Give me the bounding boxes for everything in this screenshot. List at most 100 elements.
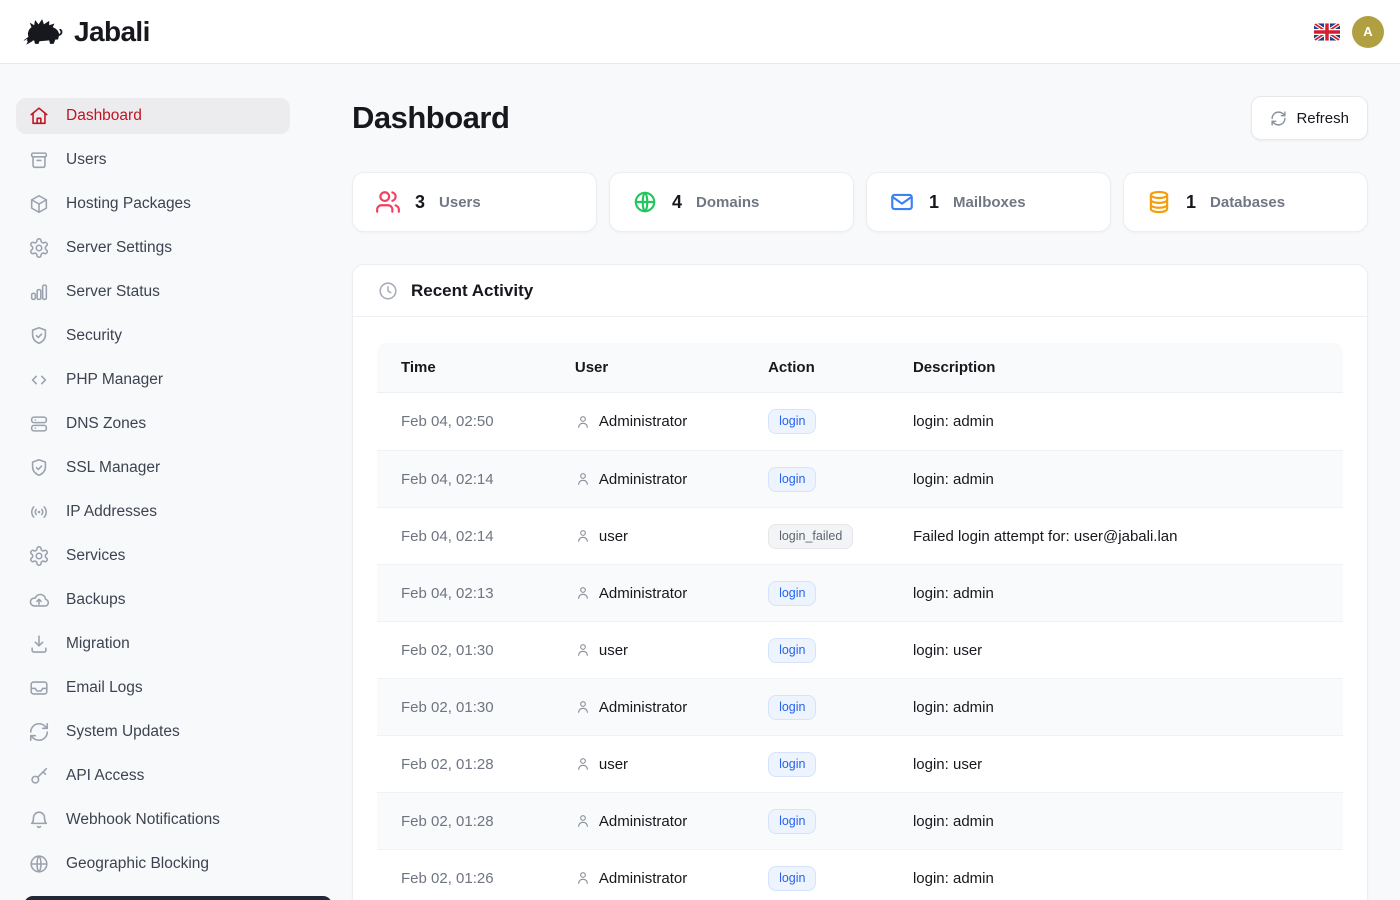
person-icon: [575, 585, 591, 601]
broadcast-icon: [28, 501, 50, 523]
boar-logo-icon: [20, 16, 66, 47]
cell-description: login: admin: [889, 585, 1343, 602]
stat-card-users: 3Users: [352, 172, 597, 232]
table-row: Feb 02, 01:28userloginlogin: user: [377, 735, 1343, 792]
recent-activity-card: Recent Activity TimeUserActionDescriptio…: [352, 264, 1368, 900]
cell-action: login: [744, 409, 889, 434]
sidebar-item-dns-zones[interactable]: DNS Zones: [16, 406, 290, 442]
cell-description: login: user: [889, 756, 1343, 773]
cell-user: Administrator: [551, 870, 744, 887]
bar-chart-icon: [28, 281, 50, 303]
sidebar-item-webhook-notifications[interactable]: Webhook Notifications: [16, 802, 290, 838]
stat-label: Databases: [1210, 194, 1285, 211]
table-row: Feb 04, 02:14Administratorloginlogin: ad…: [377, 450, 1343, 507]
sidebar-item-api-access[interactable]: API Access: [16, 758, 290, 794]
column-header-time: Time: [377, 359, 551, 376]
cell-action: login: [744, 638, 889, 663]
cloud-upload-icon: [28, 589, 50, 611]
stat-label: Domains: [696, 194, 759, 211]
sidebar-item-php-manager[interactable]: PHP Manager: [16, 362, 290, 398]
sidebar-item-label: Security: [66, 327, 122, 345]
action-badge: login: [768, 638, 816, 663]
sidebar-item-label: Geographic Blocking: [66, 855, 209, 873]
person-icon: [575, 813, 591, 829]
sidebar-item-server-settings[interactable]: Server Settings: [16, 230, 290, 266]
sidebar-nav: Dashboard Users Hosting Packages Server Set…: [16, 98, 336, 882]
cell-time: Feb 02, 01:28: [377, 756, 551, 773]
bell-icon: [28, 809, 50, 831]
cell-time: Feb 04, 02:14: [377, 471, 551, 488]
sidebar-item-users[interactable]: Users: [16, 142, 290, 178]
brand-name: Jabali: [74, 16, 150, 48]
sidebar-item-system-updates[interactable]: System Updates: [16, 714, 290, 750]
cell-user: user: [551, 528, 744, 545]
sidebar-item-label: Email Logs: [66, 679, 143, 697]
sidebar-item-ip-addresses[interactable]: IP Addresses: [16, 494, 290, 530]
shield-check-icon: [28, 457, 50, 479]
table-row: Feb 02, 01:28Administratorloginlogin: ad…: [377, 792, 1343, 849]
person-icon: [575, 414, 591, 430]
sidebar-item-security[interactable]: Security: [16, 318, 290, 354]
home-icon: [28, 105, 50, 127]
gear-icon: [28, 237, 50, 259]
stat-card-domains: 4Domains: [609, 172, 854, 232]
stat-count: 3: [415, 192, 425, 213]
users-icon: [375, 189, 401, 215]
cell-description: login: admin: [889, 813, 1343, 830]
table-row: Feb 04, 02:13Administratorloginlogin: ad…: [377, 564, 1343, 621]
cell-time: Feb 04, 02:13: [377, 585, 551, 602]
language-flag-icon[interactable]: [1314, 23, 1340, 41]
sidebar-item-migration[interactable]: Migration: [16, 626, 290, 662]
cell-action: login: [744, 752, 889, 777]
cell-user: Administrator: [551, 585, 744, 602]
person-icon: [575, 471, 591, 487]
sidebar-item-label: SSL Manager: [66, 459, 160, 477]
main-content: Dashboard Refresh 3Users4Domains1Mailbox…: [352, 64, 1400, 900]
stat-count: 1: [1186, 192, 1196, 213]
server-stack-icon: [28, 413, 50, 435]
sidebar-item-geographic-blocking[interactable]: Geographic Blocking: [16, 846, 290, 882]
recent-activity-title: Recent Activity: [411, 281, 533, 301]
cell-action: login: [744, 866, 889, 891]
sidebar-item-label: IP Addresses: [66, 503, 157, 521]
cell-description: login: user: [889, 642, 1343, 659]
sidebar-item-dashboard[interactable]: Dashboard: [16, 98, 290, 134]
sidebar-item-label: System Updates: [66, 723, 180, 741]
column-header-action: Action: [744, 359, 889, 376]
sidebar-item-email-logs[interactable]: Email Logs: [16, 670, 290, 706]
sidebar-item-label: Hosting Packages: [66, 195, 191, 213]
cell-time: Feb 04, 02:14: [377, 528, 551, 545]
activity-table-header: TimeUserActionDescription: [377, 343, 1343, 393]
table-row: Feb 02, 01:30userloginlogin: user: [377, 621, 1343, 678]
key-icon: [28, 765, 50, 787]
sidebar-item-ssl-manager[interactable]: SSL Manager: [16, 450, 290, 486]
table-row: Feb 04, 02:50Administratorloginlogin: ad…: [377, 393, 1343, 450]
cell-time: Feb 02, 01:30: [377, 699, 551, 716]
column-header-user: User: [551, 359, 744, 376]
column-header-description: Description: [889, 359, 1343, 376]
refresh-button[interactable]: Refresh: [1251, 96, 1368, 140]
cell-time: Feb 02, 01:26: [377, 870, 551, 887]
cell-action: login: [744, 809, 889, 834]
stat-card-mailboxes: 1Mailboxes: [866, 172, 1111, 232]
user-avatar[interactable]: A: [1352, 16, 1384, 48]
sidebar-item-label: Server Settings: [66, 239, 172, 257]
mail-icon: [889, 189, 915, 215]
cell-time: Feb 04, 02:50: [377, 413, 551, 430]
refresh-icon: [28, 721, 50, 743]
table-row: Feb 04, 02:14userlogin_failedFailed logi…: [377, 507, 1343, 564]
sidebar-item-label: Server Status: [66, 283, 160, 301]
cell-user: Administrator: [551, 813, 744, 830]
stat-count: 1: [929, 192, 939, 213]
database-icon: [1146, 189, 1172, 215]
globe-icon: [28, 853, 50, 875]
cell-description: login: admin: [889, 471, 1343, 488]
sidebar-item-label: API Access: [66, 767, 144, 785]
sidebar-item-server-status[interactable]: Server Status: [16, 274, 290, 310]
sidebar-item-services[interactable]: Services: [16, 538, 290, 574]
action-badge: login: [768, 695, 816, 720]
cell-action: login: [744, 581, 889, 606]
sidebar-item-label: Backups: [66, 591, 125, 609]
sidebar-item-backups[interactable]: Backups: [16, 582, 290, 618]
sidebar-item-hosting-packages[interactable]: Hosting Packages: [16, 186, 290, 222]
